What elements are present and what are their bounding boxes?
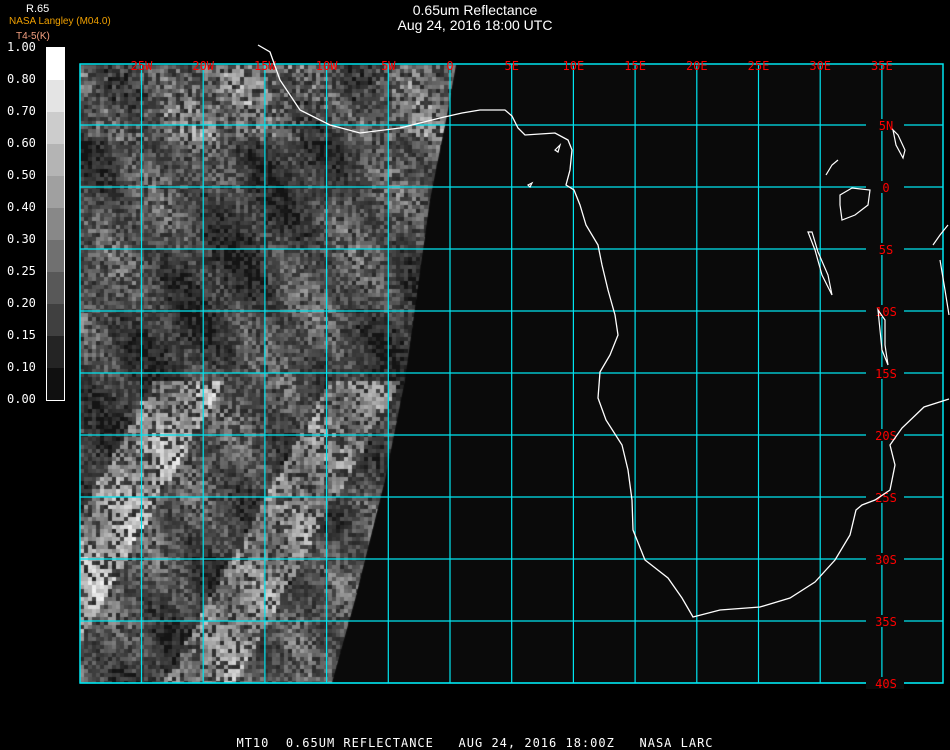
longitude-label: 10E — [563, 59, 585, 73]
colorbar-step — [47, 48, 64, 80]
longitude-label: 5W — [381, 59, 396, 73]
colorbar-step — [47, 304, 64, 336]
lake-victoria — [839, 187, 871, 221]
label-bg — [866, 677, 904, 689]
colorbar-tick-label: 1.00 — [7, 40, 36, 54]
longitude-label: 35E — [871, 59, 893, 73]
colorbar-step — [47, 144, 64, 176]
colorbar-tick-label: 0.40 — [7, 200, 36, 214]
label-bg — [866, 243, 904, 255]
colorbar — [46, 47, 65, 401]
colorbar-tick-label: 0.20 — [7, 296, 36, 310]
longitude-label: 15W — [254, 59, 276, 73]
colorbar-tick-label: 0.15 — [7, 328, 36, 342]
longitude-label: 15E — [624, 59, 646, 73]
latitude-label: 10S — [875, 305, 897, 319]
latitude-label: 0 — [882, 181, 889, 195]
colorbar-step — [47, 208, 64, 240]
lake-turkana — [892, 128, 906, 160]
latitude-label: 40S — [875, 677, 897, 691]
organization-label: NASA Langley (M04.0) — [9, 16, 111, 27]
footer-caption: MT10 0.65UM REFLECTANCE AUG 24, 2016 18:… — [236, 736, 714, 750]
coastline — [257, 44, 950, 618]
longitude-label: 20W — [192, 59, 214, 73]
longitude-label: 30E — [809, 59, 831, 73]
longitude-label: 0 — [446, 59, 453, 73]
label-bg — [866, 181, 904, 193]
latitude-label: 30S — [875, 553, 897, 567]
latitude-label: 5S — [879, 243, 893, 257]
colorbar-step — [47, 368, 64, 400]
product-label: R.65 — [26, 3, 50, 15]
label-bg — [866, 367, 904, 379]
map-border — [79, 63, 944, 684]
map-overlay: 25W 20W 15W 10W 5W 0 5E 10E 15E 20E 25E 30E 35E 5N 0 5S… — [79, 44, 950, 691]
colorbar-step — [47, 176, 64, 208]
label-bg — [866, 615, 904, 627]
east-coast — [932, 224, 950, 316]
colorbar-tick-label: 0.30 — [7, 232, 36, 246]
latitude-label: 35S — [875, 615, 897, 629]
latitude-label: 25S — [875, 491, 897, 505]
colorbar-step — [47, 272, 64, 304]
colorbar-step — [47, 336, 64, 368]
label-bg — [866, 491, 904, 503]
satellite-image — [0, 0, 950, 750]
latitude-label: 15S — [875, 367, 897, 381]
colorbar-tick-label: 0.80 — [7, 72, 36, 86]
timestamp: Aug 24, 2016 18:00 UTC — [397, 17, 553, 33]
lake-malawi — [877, 307, 889, 366]
image-title: 0.65um Reflectance Aug 24, 2016 18:00 UTC — [0, 3, 950, 33]
longitude-label: 5E — [504, 59, 518, 73]
lake-albert — [825, 159, 839, 176]
colorbar-step — [47, 240, 64, 272]
colorbar-tick-label: 0.25 — [7, 264, 36, 278]
lake-tanganyika — [807, 231, 833, 296]
colorbar-step — [47, 80, 64, 112]
colorbar-tick-label: 0.00 — [7, 392, 36, 406]
label-bg — [866, 305, 904, 317]
latitude-label: 20S — [875, 429, 897, 443]
latitude-label: 5N — [879, 119, 893, 133]
label-bg — [866, 119, 904, 131]
colorbar-tick-label: 0.60 — [7, 136, 36, 150]
colorbar-tick-label: 0.10 — [7, 360, 36, 374]
longitude-label: 25E — [748, 59, 770, 73]
label-bg — [866, 553, 904, 565]
colorbar-step — [47, 112, 64, 144]
title: 0.65um Reflectance — [412, 2, 538, 18]
longitude-label: 10W — [316, 59, 338, 73]
longitude-label: 25W — [131, 59, 153, 73]
label-bg — [866, 429, 904, 441]
islands — [526, 142, 562, 189]
colorbar-tick-label: 0.70 — [7, 104, 36, 118]
longitude-label: 20E — [686, 59, 708, 73]
colorbar-tick-label: 0.50 — [7, 168, 36, 182]
